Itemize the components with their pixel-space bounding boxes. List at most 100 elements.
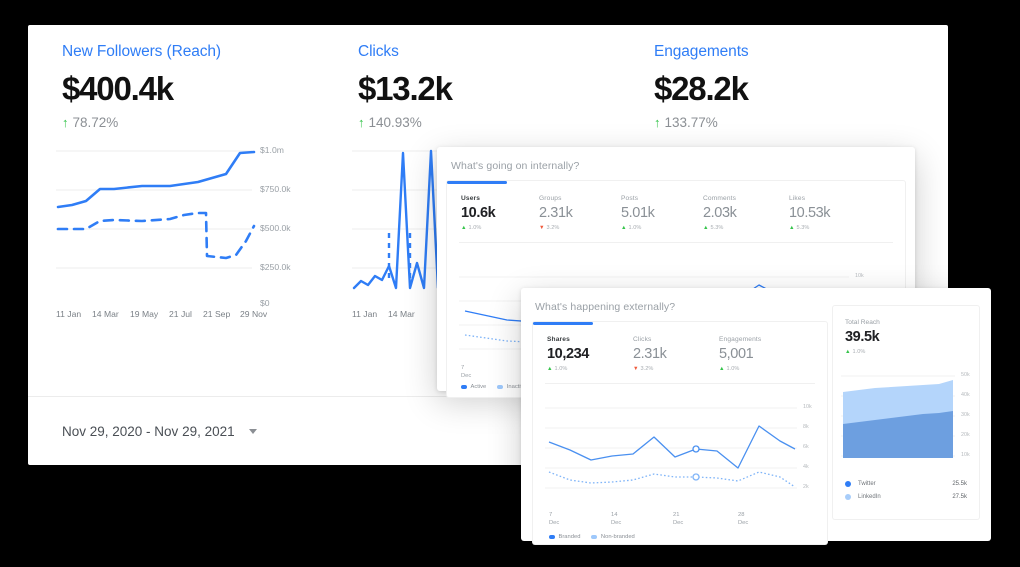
arrow-up-icon: ▲: [845, 349, 851, 355]
x-tick-month: Dec: [549, 519, 560, 526]
legend-swatch-icon: [549, 535, 555, 539]
legend-item-branded[interactable]: Branded: [549, 534, 580, 540]
chart-external: 10k 8k 6k 4k 2k: [545, 404, 825, 504]
arrow-up-icon: ▲: [547, 366, 553, 372]
x-tick-day: 28: [738, 512, 745, 518]
y-tick-label: 20k: [961, 432, 970, 438]
metric-shares[interactable]: Shares 10,234 ▲ 1.0%: [533, 336, 619, 372]
x-tick-label: 11 Jan: [352, 309, 378, 319]
x-tick-day: 7: [549, 512, 553, 518]
metric-delta-value: 3.2%: [640, 366, 654, 372]
metric-posts[interactable]: Posts 5.01k ▲ 1.0%: [607, 195, 689, 231]
metric-groups[interactable]: Groups 2.31k ▼ 3.2%: [525, 195, 607, 231]
x-tick-label: 29 Nov: [240, 309, 268, 319]
metric-clicks[interactable]: Clicks 2.31k ▼ 3.2%: [619, 336, 705, 372]
line-chart-svg: [545, 407, 797, 489]
y-tick-label: 10k: [803, 404, 812, 410]
metric-delta: ▲ 5.3%: [789, 225, 861, 231]
external-panel-body: Shares 10,234 ▲ 1.0% Clicks 2.31k ▼ 3.2%: [533, 322, 827, 544]
kpi-delta-value: 78.72%: [72, 115, 119, 130]
kpi-title[interactable]: New Followers (Reach): [62, 43, 324, 61]
metric-likes[interactable]: Likes 10.53k ▲ 5.3%: [775, 195, 861, 231]
area-chart-svg: [841, 375, 955, 458]
metric-value: 10.53k: [789, 205, 831, 221]
legend-dot-icon: [845, 494, 851, 500]
total-reach-legend: Twitter 25.5k LinkedIn 27.5k: [833, 474, 979, 500]
x-tick-label: 7 Dec: [461, 365, 471, 381]
kpi-title[interactable]: Clicks: [358, 43, 620, 61]
kpi-value: $28.2k: [654, 70, 749, 107]
legend-value: 27.5k: [952, 494, 967, 500]
y-tick-label: $0: [260, 298, 270, 308]
chart-total-reach: 50k 40k 30k 20k 10k: [841, 368, 979, 468]
metric-name: Likes: [789, 195, 806, 202]
legend-value: 25.5k: [952, 481, 967, 487]
y-tick-label: 40k: [961, 392, 970, 398]
y-tick-label: 50k: [961, 372, 970, 378]
metric-delta: ▲ 1.0%: [719, 366, 809, 372]
line-chart-svg: [56, 150, 256, 269]
arrow-up-icon: ↑: [654, 115, 661, 130]
metric-value: 5,001: [719, 346, 754, 362]
x-tick-label: 14 Mar: [388, 309, 415, 319]
x-tick-label: 21 Jul: [169, 309, 192, 319]
x-tick-day: 7: [461, 365, 465, 371]
x-tick-label: 14 Mar: [92, 309, 119, 319]
y-tick-label: 30k: [961, 412, 970, 418]
x-tick-day: 14: [611, 512, 618, 518]
legend-swatch-icon: [461, 385, 467, 389]
metric-delta: ▼ 3.2%: [633, 366, 705, 372]
metric-name: Posts: [621, 195, 639, 202]
y-tick-label: 10k: [855, 273, 864, 279]
metric-delta-value: 3.2%: [546, 225, 560, 231]
total-reach-value: 39.5k: [845, 329, 880, 345]
metric-delta-value: 1.0%: [468, 225, 482, 231]
kpi-delta: ↑ 140.93%: [358, 115, 620, 130]
x-tick-month: Dec: [738, 519, 749, 526]
metric-delta-value: 1.0%: [628, 225, 642, 231]
external-panel: What's happening externally? Shares 10,2…: [521, 288, 991, 544]
legend-item-active[interactable]: Active: [461, 384, 486, 390]
metric-delta: ▼ 3.2%: [539, 225, 607, 231]
metric-users[interactable]: Users 10.6k ▲ 1.0%: [447, 195, 525, 231]
metric-delta: ▲ 1.0%: [461, 225, 525, 231]
internal-metric-row: Users 10.6k ▲ 1.0% Groups 2.31k ▼ 3.2% P…: [447, 184, 905, 242]
x-tick-label: 21 Dec: [673, 512, 683, 528]
date-range-picker[interactable]: Nov 29, 2020 - Nov 29, 2021: [62, 424, 257, 439]
legend-item-twitter[interactable]: Twitter 25.5k: [845, 481, 967, 487]
legend-label: Twitter: [858, 481, 876, 487]
date-range-label: Nov 29, 2020 - Nov 29, 2021: [62, 423, 235, 439]
metric-comments[interactable]: Comments 2.03k ▲ 5.3%: [689, 195, 775, 231]
legend-item-non-branded[interactable]: Non-branded: [591, 534, 635, 540]
arrow-up-icon: ▲: [703, 225, 709, 231]
panel-divider: [545, 383, 815, 384]
metric-delta-value: 1.0%: [554, 366, 568, 372]
arrow-down-icon: ▼: [539, 225, 545, 231]
x-tick-label: 11 Jan: [56, 309, 82, 319]
external-metric-row: Shares 10,234 ▲ 1.0% Clicks 2.31k ▼ 3.2%: [533, 325, 827, 383]
legend-swatch-icon: [591, 535, 598, 539]
active-tab-indicator: [533, 322, 593, 325]
arrow-down-icon: ▼: [633, 366, 639, 372]
metric-name: Users: [461, 195, 481, 202]
x-tick-month: Dec: [673, 519, 684, 526]
metric-delta: ▲ 1.0%: [621, 225, 689, 231]
x-tick-label: 28 Dec: [738, 512, 748, 528]
external-tabbar: [533, 322, 827, 325]
legend-dot-icon: [845, 481, 851, 487]
kpi-title[interactable]: Engagements: [654, 43, 916, 61]
arrow-up-icon: ▲: [789, 225, 795, 231]
legend-item-linkedin[interactable]: LinkedIn 27.5k: [845, 494, 967, 500]
y-tick-label: $500.0k: [260, 223, 291, 233]
metric-engagements[interactable]: Engagements 5,001 ▲ 1.0%: [705, 336, 809, 372]
kpi-value: $400.4k: [62, 70, 174, 107]
total-reach-delta: ▲ 1.0%: [845, 349, 979, 355]
arrow-up-icon: ↑: [62, 115, 69, 130]
x-tick-label: 19 May: [130, 309, 159, 319]
metric-delta-value: 5.3%: [796, 225, 810, 231]
y-tick-label: 10k: [961, 452, 970, 458]
total-reach-delta-value: 1.0%: [852, 349, 866, 355]
legend-label: Non-branded: [600, 534, 635, 540]
arrow-up-icon: ▲: [461, 225, 467, 231]
x-tick-month: Dec: [461, 372, 472, 379]
